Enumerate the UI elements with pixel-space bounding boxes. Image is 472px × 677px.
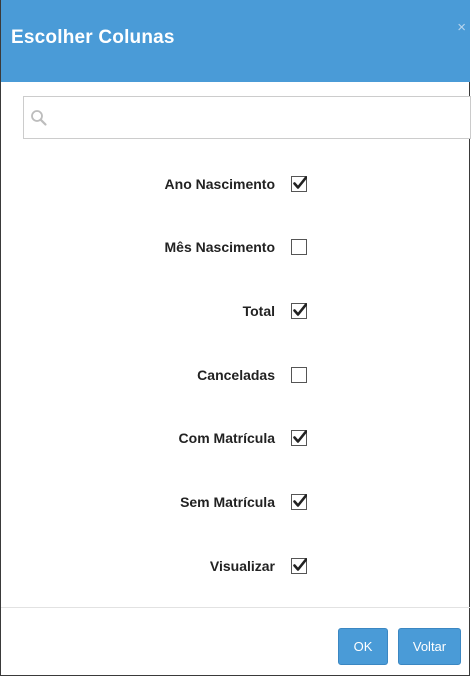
check-icon [293,176,307,189]
column-option-label: Com Matrícula [178,430,275,446]
search-input[interactable] [54,97,464,138]
column-option-row[interactable]: Ano Nascimento [1,173,471,197]
column-checkbox[interactable] [291,303,307,319]
column-option-label: Visualizar [209,558,275,574]
check-icon [293,303,307,316]
column-option-row[interactable]: Canceladas [1,364,471,388]
column-option-row[interactable]: Visualizar [1,555,471,579]
ok-button[interactable]: OK [338,628,388,665]
choose-columns-dialog: Escolher Colunas × Ano Nascimento Mês Na… [0,0,471,676]
column-option-label: Sem Matrícula [180,494,275,510]
column-checkbox[interactable] [291,367,307,383]
check-icon [293,430,307,443]
column-checkbox[interactable] [291,239,307,255]
dialog-title: Escolher Colunas [11,27,175,48]
dialog-header: Escolher Colunas × [1,0,470,82]
check-icon [293,494,307,507]
column-checkbox[interactable] [291,558,307,574]
search-box[interactable] [23,96,471,139]
check-icon [293,558,307,571]
column-option-label: Total [242,303,275,319]
column-option-label: Ano Nascimento [164,176,275,192]
column-checkbox[interactable] [291,176,307,192]
footer-divider [1,607,470,608]
column-option-label: Mês Nascimento [164,239,275,255]
column-option-label: Canceladas [197,367,275,383]
column-checkbox[interactable] [291,494,307,510]
column-option-row[interactable]: Mês Nascimento [1,236,471,260]
column-option-row[interactable]: Total [1,300,471,324]
back-button[interactable]: Voltar [398,628,461,665]
column-option-row[interactable]: Sem Matrícula [1,491,471,515]
column-option-row[interactable]: Com Matrícula [1,427,471,451]
close-icon[interactable]: × [457,20,466,35]
search-icon [30,109,48,127]
column-checkbox[interactable] [291,430,307,446]
